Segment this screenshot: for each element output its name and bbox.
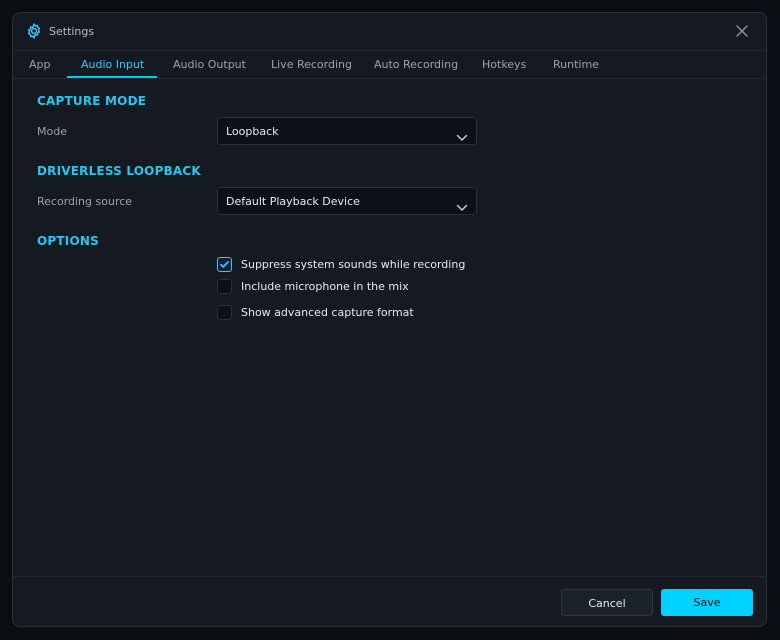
cancel-button[interactable]: Cancel — [561, 589, 653, 616]
tab-app[interactable]: App — [29, 51, 51, 79]
option-show-advanced-format[interactable]: Show advanced capture format — [217, 304, 414, 320]
section-title-driverless-loopback: DRIVERLESS LOOPBACK — [37, 164, 201, 178]
checkbox-checked[interactable] — [217, 256, 232, 272]
chevron-down-icon — [456, 127, 468, 142]
close-icon[interactable] — [734, 23, 750, 39]
gear-icon — [26, 22, 42, 40]
checkbox-label: Suppress system sounds while recording — [241, 257, 466, 271]
mode-label: Mode — [37, 125, 67, 138]
settings-dialog: Settings App Audio Input Audio Output Li… — [12, 12, 767, 627]
tab-hotkeys[interactable]: Hotkeys — [482, 51, 526, 79]
mode-select[interactable]: Loopback — [217, 117, 477, 145]
tab-audio-input[interactable]: Audio Input — [81, 51, 144, 79]
title-bar: Settings — [13, 13, 766, 50]
section-title-options: OPTIONS — [37, 234, 99, 248]
tab-bar: App Audio Input Audio Output Live Record… — [13, 50, 766, 79]
tab-runtime[interactable]: Runtime — [553, 51, 599, 79]
option-include-microphone[interactable]: Include microphone in the mix — [217, 278, 409, 294]
active-tab-indicator — [67, 76, 157, 78]
tab-auto-recording[interactable]: Auto Recording — [374, 51, 458, 79]
tab-live-recording[interactable]: Live Recording — [271, 51, 352, 79]
mode-select-value: Loopback — [226, 125, 279, 138]
save-button[interactable]: Save — [661, 589, 753, 616]
chevron-down-icon — [456, 197, 468, 212]
checkbox-unchecked[interactable] — [217, 304, 232, 320]
checkbox-unchecked[interactable] — [217, 278, 232, 294]
checkbox-label: Show advanced capture format — [241, 305, 414, 319]
dialog-footer: Cancel Save — [13, 576, 766, 626]
option-suppress-system-sounds[interactable]: Suppress system sounds while recording — [217, 256, 465, 272]
recording-source-value: Default Playback Device — [226, 195, 360, 208]
window-title: Settings — [49, 25, 95, 38]
recording-source-select[interactable]: Default Playback Device — [217, 187, 477, 215]
checkbox-label: Include microphone in the mix — [241, 279, 409, 293]
tab-audio-output[interactable]: Audio Output — [173, 51, 246, 79]
section-title-capture-mode: CAPTURE MODE — [37, 94, 147, 108]
recording-source-label: Recording source — [37, 195, 133, 208]
